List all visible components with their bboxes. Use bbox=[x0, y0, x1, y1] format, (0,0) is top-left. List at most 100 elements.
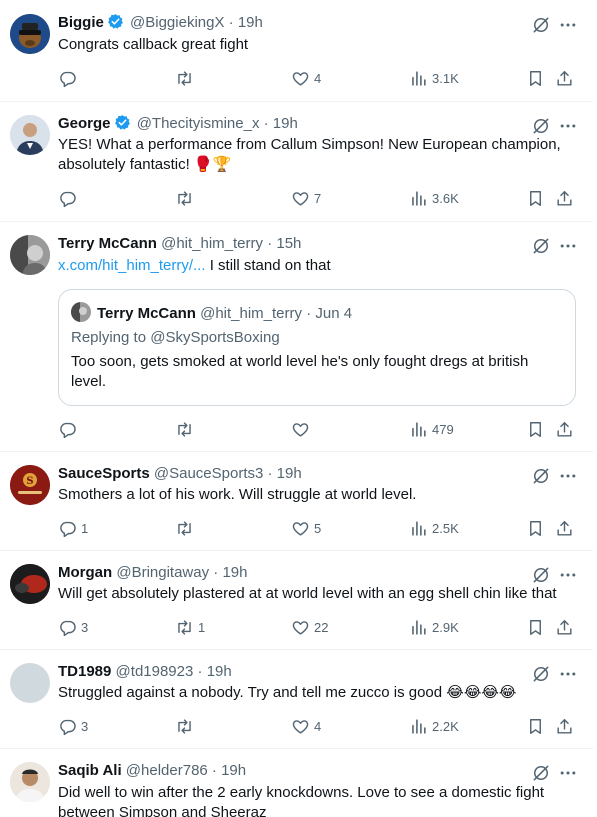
reply-button[interactable] bbox=[58, 187, 81, 209]
views-button[interactable]: 479 bbox=[409, 418, 454, 440]
timestamp[interactable]: 19h bbox=[273, 115, 298, 132]
retweet-button[interactable] bbox=[175, 517, 198, 539]
views-button[interactable]: 2.2K bbox=[409, 715, 459, 737]
reply-button[interactable] bbox=[58, 418, 81, 440]
retweet-icon bbox=[175, 519, 194, 538]
display-name[interactable]: Saqib Ali bbox=[58, 762, 122, 779]
verified-badge-icon bbox=[107, 13, 124, 30]
reply-button[interactable]: 3 bbox=[58, 616, 88, 638]
user-handle[interactable]: @Bringitaway bbox=[116, 564, 209, 581]
grok-icon[interactable] bbox=[531, 664, 551, 684]
share-button[interactable] bbox=[555, 616, 574, 638]
heart-icon bbox=[291, 420, 310, 439]
like-button[interactable]: 22 bbox=[291, 616, 328, 638]
display-name[interactable]: Morgan bbox=[58, 564, 112, 581]
grok-icon[interactable] bbox=[531, 116, 551, 136]
tweet-morgan[interactable]: Morgan @Bringitaway · 19h Will get absol… bbox=[0, 550, 593, 649]
tweet-header: TD1989 @td198923 · 19h bbox=[58, 663, 232, 680]
retweet-button[interactable]: 1 bbox=[175, 616, 205, 638]
retweet-button[interactable] bbox=[175, 418, 198, 440]
views-button[interactable]: 2.9K bbox=[409, 616, 459, 638]
timestamp[interactable]: 19h bbox=[207, 663, 232, 680]
grok-icon[interactable] bbox=[531, 236, 551, 256]
avatar[interactable]: S bbox=[10, 465, 50, 505]
like-button[interactable]: 4 bbox=[291, 715, 321, 737]
views-button[interactable]: 2.5K bbox=[409, 517, 459, 539]
share-button[interactable] bbox=[555, 517, 574, 539]
heart-icon bbox=[291, 69, 310, 88]
bookmark-button[interactable] bbox=[526, 517, 545, 539]
timestamp[interactable]: 15h bbox=[276, 235, 301, 252]
avatar[interactable] bbox=[10, 235, 50, 275]
display-name[interactable]: SauceSports bbox=[58, 465, 150, 482]
bookmark-icon bbox=[526, 717, 545, 736]
display-name[interactable]: George bbox=[58, 115, 111, 132]
grok-icon[interactable] bbox=[531, 565, 551, 585]
more-icon[interactable] bbox=[558, 466, 578, 486]
bookmark-button[interactable] bbox=[526, 418, 545, 440]
bookmark-button[interactable] bbox=[526, 67, 545, 89]
user-handle[interactable]: @BiggiekingX bbox=[130, 14, 224, 31]
avatar[interactable] bbox=[10, 564, 50, 604]
reply-button[interactable]: 1 bbox=[58, 517, 88, 539]
more-icon[interactable] bbox=[558, 15, 578, 35]
views-button[interactable]: 3.1K bbox=[409, 67, 459, 89]
more-icon[interactable] bbox=[558, 664, 578, 684]
user-handle[interactable]: @td198923 bbox=[116, 663, 194, 680]
reply-icon bbox=[58, 618, 77, 637]
quote-timestamp: Jun 4 bbox=[315, 305, 353, 322]
avatar[interactable] bbox=[10, 115, 50, 155]
like-button[interactable] bbox=[291, 418, 314, 440]
grok-icon[interactable] bbox=[531, 466, 551, 486]
user-handle[interactable]: @hit_him_terry bbox=[161, 235, 263, 252]
tweet-link[interactable]: x.com/hit_him_terry/... bbox=[58, 257, 206, 274]
bookmark-button[interactable] bbox=[526, 187, 545, 209]
more-icon[interactable] bbox=[558, 116, 578, 136]
tweet-actions: 4 3.1K bbox=[58, 67, 583, 89]
share-icon bbox=[555, 717, 574, 736]
avatar[interactable] bbox=[10, 663, 50, 703]
tweet-saqib-ali[interactable]: Saqib Ali @helder786 · 19h Did well to w… bbox=[0, 748, 593, 817]
tweet-biggie[interactable]: Biggie @BiggiekingX · 19h Congrats callb… bbox=[0, 0, 593, 101]
reply-button[interactable]: 3 bbox=[58, 715, 88, 737]
reply-button[interactable] bbox=[58, 67, 81, 89]
avatar[interactable] bbox=[10, 14, 50, 54]
more-icon[interactable] bbox=[558, 565, 578, 585]
user-handle[interactable]: @helder786 bbox=[126, 762, 208, 779]
bookmark-button[interactable] bbox=[526, 715, 545, 737]
more-icon[interactable] bbox=[558, 236, 578, 256]
retweet-button[interactable] bbox=[175, 715, 198, 737]
timestamp[interactable]: 19h bbox=[277, 465, 302, 482]
timestamp[interactable]: 19h bbox=[238, 14, 263, 31]
tweet-td1989[interactable]: TD1989 @td198923 · 19h Struggled against… bbox=[0, 649, 593, 748]
share-button[interactable] bbox=[555, 418, 574, 440]
tweet-terry-mccann[interactable]: Terry McCann @hit_him_terry · 15h x.com/… bbox=[0, 221, 593, 451]
retweet-icon bbox=[175, 69, 194, 88]
retweet-button[interactable] bbox=[175, 67, 198, 89]
share-button[interactable] bbox=[555, 715, 574, 737]
like-button[interactable]: 4 bbox=[291, 67, 321, 89]
bookmark-button[interactable] bbox=[526, 616, 545, 638]
display-name[interactable]: Biggie bbox=[58, 14, 104, 31]
display-name[interactable]: Terry McCann bbox=[58, 235, 157, 252]
quoted-tweet[interactable]: Terry McCann @hit_him_terry · Jun 4 Repl… bbox=[58, 289, 576, 406]
display-name[interactable]: TD1989 bbox=[58, 663, 111, 680]
share-button[interactable] bbox=[555, 187, 574, 209]
avatar[interactable] bbox=[10, 762, 50, 802]
tweet-saucesports[interactable]: S SauceSports @SauceSports3 · 19h Smothe… bbox=[0, 451, 593, 550]
retweet-button[interactable] bbox=[175, 187, 198, 209]
tweet-george[interactable]: George @Thecityismine_x · 19h YES! What … bbox=[0, 101, 593, 221]
timestamp[interactable]: 19h bbox=[222, 564, 247, 581]
like-button[interactable]: 7 bbox=[291, 187, 321, 209]
timestamp[interactable]: 19h bbox=[221, 762, 246, 779]
share-button[interactable] bbox=[555, 67, 574, 89]
grok-icon[interactable] bbox=[531, 763, 551, 783]
user-handle[interactable]: @Thecityismine_x bbox=[137, 115, 260, 132]
user-handle[interactable]: @SauceSports3 bbox=[154, 465, 263, 482]
views-button[interactable]: 3.6K bbox=[409, 187, 459, 209]
share-icon bbox=[555, 519, 574, 538]
like-button[interactable]: 5 bbox=[291, 517, 321, 539]
grok-icon[interactable] bbox=[531, 15, 551, 35]
reply-icon bbox=[58, 69, 77, 88]
more-icon[interactable] bbox=[558, 763, 578, 783]
